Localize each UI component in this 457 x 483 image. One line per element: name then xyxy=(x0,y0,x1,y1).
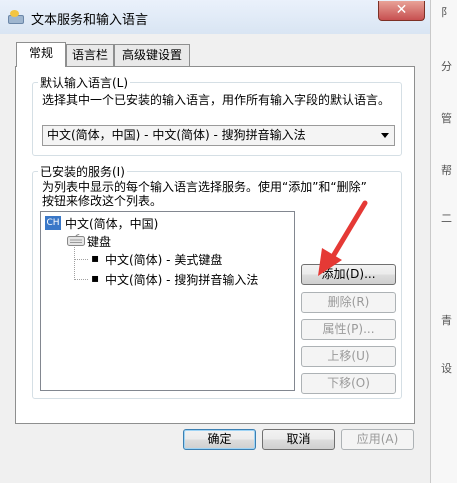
window-title: 文本服务和输入语言 xyxy=(31,13,149,28)
bullet-icon: ▪ xyxy=(91,251,100,265)
background-window: 阝 分 管 帮 二 青 设 xyxy=(430,0,457,483)
tree-connector xyxy=(74,247,75,280)
chevron-down-icon xyxy=(381,133,389,138)
language-badge: CH xyxy=(45,216,61,230)
background-text: 帮 xyxy=(441,164,452,177)
move-up-button[interactable]: 上移(U) xyxy=(301,346,396,367)
remove-button[interactable]: 删除(R) xyxy=(301,292,396,313)
move-down-button[interactable]: 下移(O) xyxy=(301,373,396,394)
tree-node-language[interactable]: 中文(简体，中国) xyxy=(65,215,158,232)
background-text: 分 xyxy=(441,60,452,73)
background-text: 设 xyxy=(441,362,452,375)
background-text: 阝 xyxy=(441,6,452,19)
apply-button[interactable]: 应用(A) xyxy=(341,429,414,450)
keyboard-icon xyxy=(67,234,85,246)
default-language-description: 选择其中一个已安装的输入语言，用作所有输入字段的默认语言。 xyxy=(42,93,391,107)
tree-node-service[interactable]: 中文(简体) - 搜狗拼音输入法 xyxy=(105,271,258,288)
background-text: 青 xyxy=(441,314,452,327)
tree-connector xyxy=(74,259,88,260)
default-language-select[interactable]: 中文(简体，中国) - 中文(简体) - 搜狗拼音输入法 xyxy=(42,125,395,146)
installed-services-description-2: 按钮来修改这个列表。 xyxy=(42,194,163,208)
default-language-legend: 默认输入语言(L) xyxy=(38,74,131,91)
keyboard-globe-icon xyxy=(8,10,24,24)
tab-language-bar[interactable]: 语言栏 xyxy=(66,44,114,66)
tab-advanced-key-settings[interactable]: 高级键设置 xyxy=(114,44,190,66)
bullet-icon: ▪ xyxy=(91,271,100,285)
services-tree[interactable]: CH 中文(简体，中国) 键盘 ▪ 中文(简体) - 美式键盘 ▪ 中文(简体)… xyxy=(40,211,295,391)
background-text: 管 xyxy=(441,112,452,125)
ok-button[interactable]: 确定 xyxy=(183,429,256,450)
properties-button[interactable]: 属性(P)... xyxy=(301,319,396,340)
tree-node-keyboard[interactable]: 键盘 xyxy=(87,233,111,250)
cancel-button[interactable]: 取消 xyxy=(262,429,335,450)
background-text: 二 xyxy=(441,212,452,225)
close-button[interactable]: ✕ xyxy=(378,1,425,21)
tree-connector xyxy=(74,279,88,280)
annotation-arrow-icon xyxy=(318,200,368,276)
close-icon: ✕ xyxy=(395,2,408,18)
tab-general[interactable]: 常规 xyxy=(16,42,66,67)
default-language-value: 中文(简体，中国) - 中文(简体) - 搜狗拼音输入法 xyxy=(47,128,306,142)
tree-node-service[interactable]: 中文(简体) - 美式键盘 xyxy=(105,251,222,268)
